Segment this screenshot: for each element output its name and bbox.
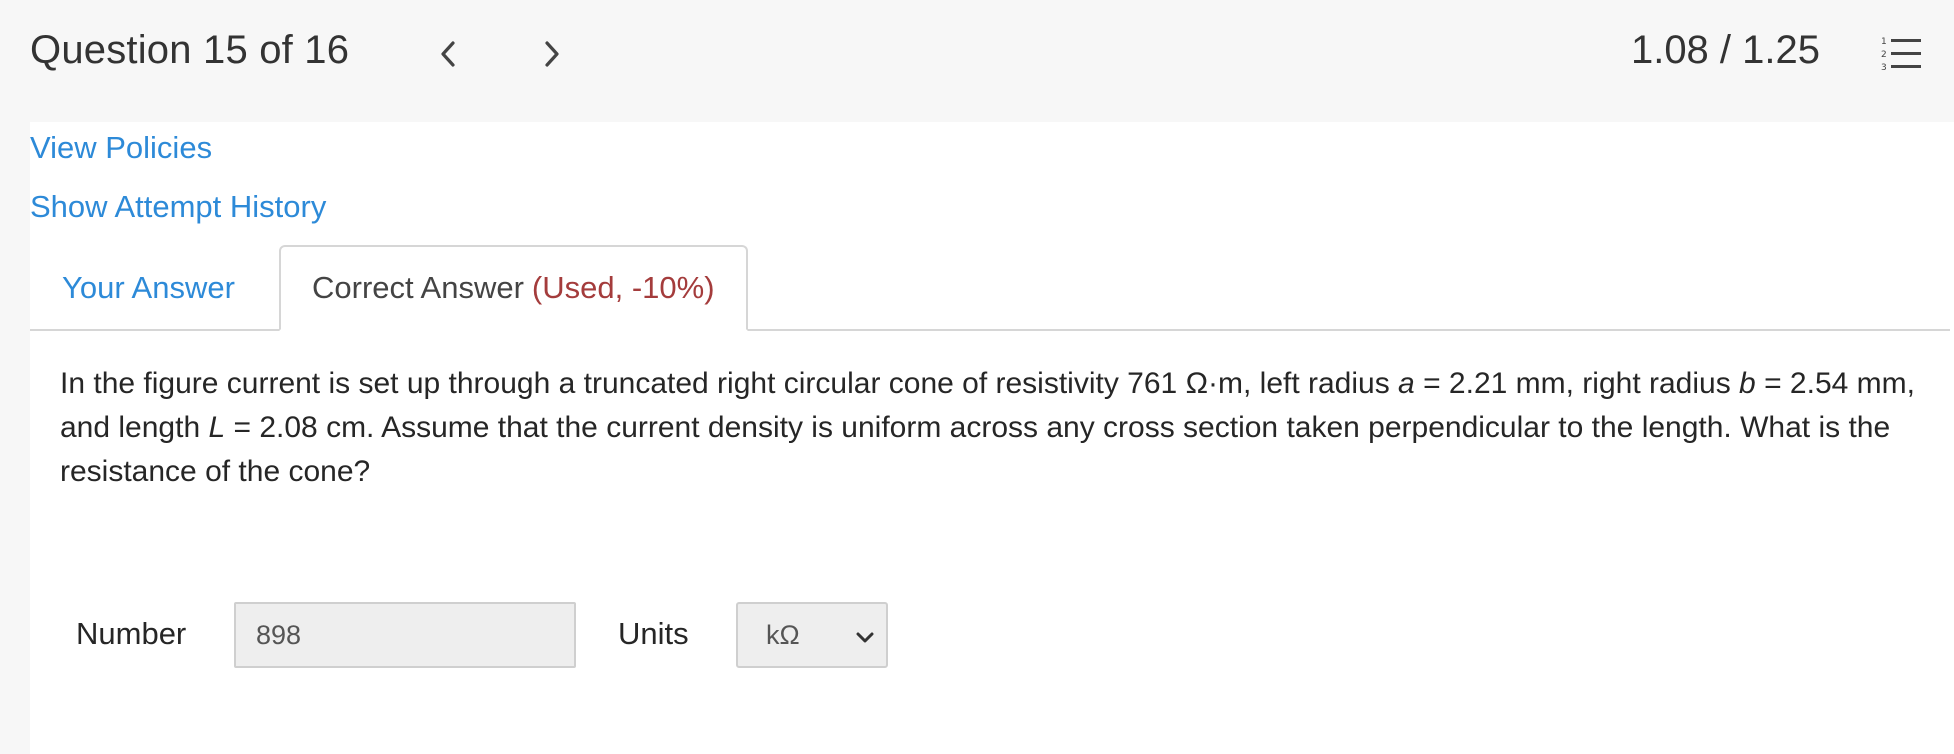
svg-text:2: 2 bbox=[1881, 50, 1887, 60]
units-selected-value: kΩ bbox=[766, 619, 800, 650]
chevron-left-icon bbox=[441, 41, 455, 67]
view-policies-link[interactable]: View Policies bbox=[30, 130, 212, 166]
answer-row: Number 898 Units kΩ bbox=[30, 602, 1030, 672]
numbered-list-icon: 1 2 3 bbox=[1881, 37, 1921, 73]
question-counter: Question 15 of 16 bbox=[30, 28, 350, 72]
question-header: Question 15 of 16 1.08 / 1.25 1 2 3 bbox=[0, 0, 1954, 122]
question-score: 1.08 / 1.25 bbox=[1630, 28, 1820, 72]
svg-text:3: 3 bbox=[1881, 63, 1887, 73]
number-input[interactable]: 898 bbox=[234, 602, 576, 668]
previous-question-button[interactable] bbox=[430, 34, 466, 74]
svg-text:1: 1 bbox=[1881, 37, 1887, 47]
chevron-down-icon bbox=[856, 632, 874, 643]
question-list-button[interactable]: 1 2 3 bbox=[1880, 34, 1924, 74]
tab-your-answer-label: Your Answer bbox=[62, 270, 235, 305]
tab-your-answer[interactable]: Your Answer bbox=[30, 245, 280, 331]
units-select[interactable]: kΩ bbox=[736, 602, 888, 668]
tab-correct-answer[interactable]: Correct Answer (Used, -10%) bbox=[279, 245, 748, 331]
show-attempt-history-link[interactable]: Show Attempt History bbox=[30, 189, 326, 225]
tab-penalty-note: (Used, -10%) bbox=[531, 270, 715, 305]
chevron-right-icon bbox=[545, 41, 559, 67]
units-label: Units bbox=[618, 616, 689, 651]
next-question-button[interactable] bbox=[534, 34, 570, 74]
question-text: In the figure current is set up through … bbox=[60, 367, 1915, 488]
question-panel: View Policies Show Attempt History Your … bbox=[30, 122, 1954, 754]
number-label: Number bbox=[76, 616, 187, 651]
tab-correct-answer-label: Correct Answer bbox=[312, 270, 524, 305]
